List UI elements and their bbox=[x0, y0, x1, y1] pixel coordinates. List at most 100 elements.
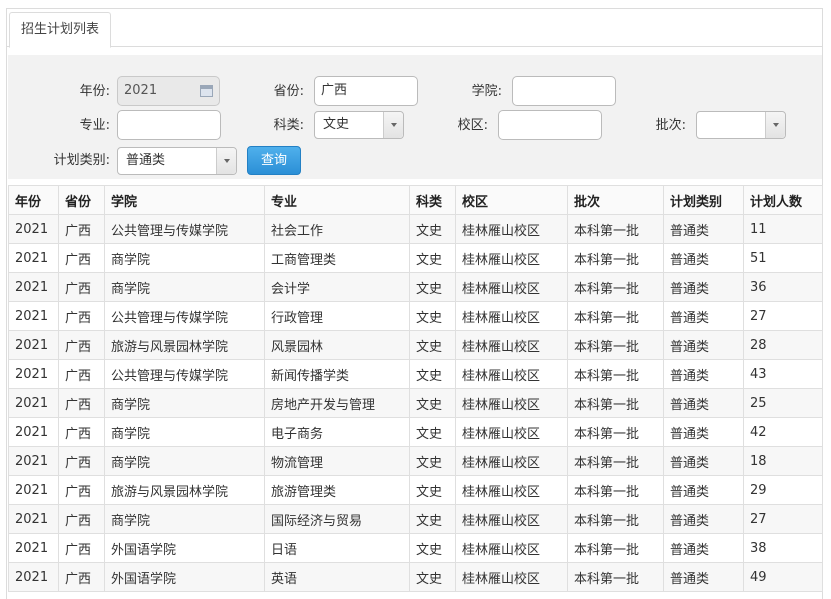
cell-plan-count: 29 bbox=[743, 475, 823, 505]
cell-major: 工商管理类 bbox=[264, 243, 410, 273]
cell-campus: 桂林雁山校区 bbox=[455, 359, 568, 389]
cell-province: 广西 bbox=[58, 504, 105, 534]
cell-campus: 桂林雁山校区 bbox=[455, 301, 568, 331]
cell-major: 日语 bbox=[264, 533, 410, 563]
main-panel: 招生计划列表 年份: 2021 省份: 广西 学院: 专业: 科类: 文史 校区… bbox=[6, 8, 823, 599]
header-year: 年份 bbox=[8, 185, 59, 215]
table-row[interactable]: 2021 广西 商学院 国际经济与贸易 文史 桂林雁山校区 本科第一批 普通类 27 bbox=[8, 504, 823, 534]
major-input[interactable] bbox=[117, 110, 221, 140]
subject-select[interactable]: 文史 bbox=[314, 111, 404, 139]
table-row[interactable]: 2021 广西 旅游与风景园林学院 旅游管理类 文史 桂林雁山校区 本科第一批 普通类 29 bbox=[8, 475, 823, 505]
cell-province: 广西 bbox=[58, 533, 105, 563]
cell-province: 广西 bbox=[58, 359, 105, 389]
table-header-row: 年份 省份 学院 专业 科类 校区 批次 计划类别 计划人数 bbox=[8, 185, 823, 215]
calendar-icon[interactable] bbox=[200, 85, 213, 97]
cell-year: 2021 bbox=[8, 243, 59, 273]
cell-batch: 本科第一批 bbox=[567, 301, 664, 331]
table-row[interactable]: 2021 广西 公共管理与传媒学院 新闻传播学类 文史 桂林雁山校区 本科第一批 普通类 43 bbox=[8, 359, 823, 389]
year-label: 年份: bbox=[79, 84, 110, 99]
cell-batch: 本科第一批 bbox=[567, 417, 664, 447]
college-label: 学院: bbox=[471, 84, 502, 99]
cell-province: 广西 bbox=[58, 301, 105, 331]
header-major: 专业 bbox=[264, 185, 410, 215]
table-row[interactable]: 2021 广西 外国语学院 日语 文史 桂林雁山校区 本科第一批 普通类 38 bbox=[8, 533, 823, 563]
cell-college: 商学院 bbox=[104, 388, 265, 418]
cell-batch: 本科第一批 bbox=[567, 475, 664, 505]
tab-bar: 招生计划列表 bbox=[7, 9, 822, 48]
cell-plan-count: 42 bbox=[743, 417, 823, 447]
cell-campus: 桂林雁山校区 bbox=[455, 504, 568, 534]
table-row[interactable]: 2021 广西 商学院 电子商务 文史 桂林雁山校区 本科第一批 普通类 42 bbox=[8, 417, 823, 447]
cell-college: 公共管理与传媒学院 bbox=[104, 359, 265, 389]
cell-college: 外国语学院 bbox=[104, 533, 265, 563]
cell-plan-type: 普通类 bbox=[663, 214, 744, 244]
cell-campus: 桂林雁山校区 bbox=[455, 272, 568, 302]
query-button[interactable]: 查询 bbox=[247, 146, 301, 175]
subject-label: 科类: bbox=[273, 118, 304, 133]
cell-subject: 文史 bbox=[409, 446, 456, 476]
cell-college: 旅游与风景园林学院 bbox=[104, 330, 265, 360]
cell-batch: 本科第一批 bbox=[567, 388, 664, 418]
batch-select[interactable] bbox=[696, 111, 786, 139]
header-batch: 批次 bbox=[567, 185, 664, 215]
cell-campus: 桂林雁山校区 bbox=[455, 562, 568, 592]
cell-subject: 文史 bbox=[409, 272, 456, 302]
cell-plan-count: 36 bbox=[743, 272, 823, 302]
cell-subject: 文史 bbox=[409, 475, 456, 505]
subject-value: 文史 bbox=[323, 117, 350, 132]
header-plan-count: 计划人数 bbox=[743, 185, 823, 215]
cell-major: 旅游管理类 bbox=[264, 475, 410, 505]
cell-plan-count: 38 bbox=[743, 533, 823, 563]
campus-input[interactable] bbox=[498, 110, 602, 140]
cell-batch: 本科第一批 bbox=[567, 214, 664, 244]
cell-college: 公共管理与传媒学院 bbox=[104, 301, 265, 331]
plan-type-value: 普通类 bbox=[126, 153, 166, 168]
cell-year: 2021 bbox=[8, 562, 59, 592]
year-date-input[interactable]: 2021 bbox=[117, 76, 220, 106]
cell-plan-type: 普通类 bbox=[663, 417, 744, 447]
cell-plan-count: 25 bbox=[743, 388, 823, 418]
header-college: 学院 bbox=[104, 185, 265, 215]
table-row[interactable]: 2021 广西 商学院 工商管理类 文史 桂林雁山校区 本科第一批 普通类 51 bbox=[8, 243, 823, 273]
college-input[interactable] bbox=[512, 76, 616, 106]
cell-subject: 文史 bbox=[409, 301, 456, 331]
cell-year: 2021 bbox=[8, 475, 59, 505]
table-row[interactable]: 2021 广西 旅游与风景园林学院 风景园林 文史 桂林雁山校区 本科第一批 普通类 28 bbox=[8, 330, 823, 360]
province-input[interactable]: 广西 bbox=[314, 76, 418, 106]
cell-major: 会计学 bbox=[264, 272, 410, 302]
cell-plan-type: 普通类 bbox=[663, 562, 744, 592]
cell-subject: 文史 bbox=[409, 388, 456, 418]
plan-type-select[interactable]: 普通类 bbox=[117, 147, 237, 175]
table-row[interactable]: 2021 广西 公共管理与传媒学院 社会工作 文史 桂林雁山校区 本科第一批 普通类 11 bbox=[8, 214, 823, 244]
cell-major: 社会工作 bbox=[264, 214, 410, 244]
cell-major: 房地产开发与管理 bbox=[264, 388, 410, 418]
cell-plan-type: 普通类 bbox=[663, 243, 744, 273]
cell-province: 广西 bbox=[58, 446, 105, 476]
table-row[interactable]: 2021 广西 商学院 房地产开发与管理 文史 桂林雁山校区 本科第一批 普通类 25 bbox=[8, 388, 823, 418]
chevron-down-icon[interactable] bbox=[765, 112, 785, 138]
tab-enrollment-plan-list[interactable]: 招生计划列表 bbox=[9, 12, 111, 48]
cell-campus: 桂林雁山校区 bbox=[455, 388, 568, 418]
cell-subject: 文史 bbox=[409, 562, 456, 592]
cell-plan-type: 普通类 bbox=[663, 301, 744, 331]
chevron-down-icon[interactable] bbox=[383, 112, 403, 138]
cell-plan-type: 普通类 bbox=[663, 359, 744, 389]
cell-major: 新闻传播学类 bbox=[264, 359, 410, 389]
batch-label: 批次: bbox=[655, 118, 686, 133]
major-label: 专业: bbox=[79, 118, 110, 133]
plan-type-label: 计划类别: bbox=[53, 153, 110, 168]
cell-year: 2021 bbox=[8, 417, 59, 447]
cell-province: 广西 bbox=[58, 417, 105, 447]
table-row[interactable]: 2021 广西 商学院 物流管理 文史 桂林雁山校区 本科第一批 普通类 18 bbox=[8, 446, 823, 476]
table-row[interactable]: 2021 广西 商学院 会计学 文史 桂林雁山校区 本科第一批 普通类 36 bbox=[8, 272, 823, 302]
table-row[interactable]: 2021 广西 外国语学院 英语 文史 桂林雁山校区 本科第一批 普通类 49 bbox=[8, 562, 823, 592]
year-value: 2021 bbox=[124, 83, 158, 98]
chevron-down-icon[interactable] bbox=[216, 148, 236, 174]
table-row[interactable]: 2021 广西 公共管理与传媒学院 行政管理 文史 桂林雁山校区 本科第一批 普通类 27 bbox=[8, 301, 823, 331]
cell-college: 商学院 bbox=[104, 243, 265, 273]
cell-plan-count: 49 bbox=[743, 562, 823, 592]
cell-major: 风景园林 bbox=[264, 330, 410, 360]
cell-province: 广西 bbox=[58, 272, 105, 302]
cell-college: 商学院 bbox=[104, 417, 265, 447]
cell-college: 商学院 bbox=[104, 446, 265, 476]
